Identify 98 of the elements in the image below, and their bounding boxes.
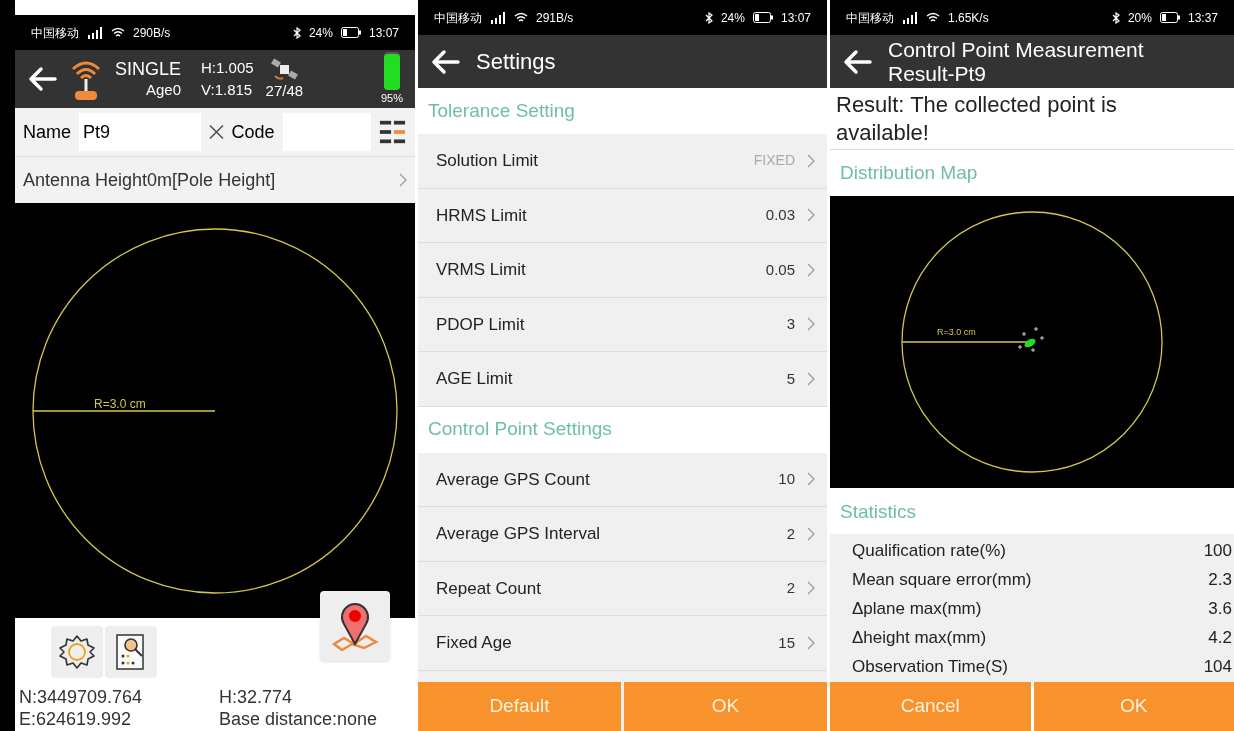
chevron-right-icon — [399, 173, 407, 187]
chevron-right-icon — [807, 153, 815, 168]
speed-text: 291B/s — [536, 9, 574, 27]
back-arrow-icon[interactable] — [430, 48, 460, 75]
hrms-text: H:1.005 — [201, 58, 254, 78]
stat-label: Qualification rate(%) — [852, 539, 1007, 562]
stat-label: Δplane max(mm) — [852, 597, 983, 620]
setting-value: 3 — [786, 314, 795, 334]
code-label: Code — [231, 120, 275, 144]
setting-value: 2 — [786, 523, 795, 544]
easting-text: E:624619.992 — [19, 708, 133, 730]
section-header: Distribution Map — [839, 160, 979, 185]
stat-value: 100 — [1203, 539, 1232, 562]
battery-percent-text: 24% — [720, 9, 745, 27]
carrier-text: 中国移动 — [846, 9, 894, 27]
base-distance-text: Base distance:none — [219, 708, 379, 730]
name-label: Name — [23, 120, 71, 144]
setting-label: Fixed Age — [436, 632, 513, 654]
time-text: 13:07 — [368, 24, 399, 42]
bluetooth-icon — [704, 11, 713, 24]
antenna-height-row[interactable]: Antenna Height0m[Pole Height] — [15, 156, 415, 203]
chevron-right-icon — [807, 262, 815, 277]
battery-icon — [1159, 12, 1180, 23]
section-header: Statistics — [839, 499, 918, 524]
map-pin-icon — [330, 600, 380, 652]
code-list-icon[interactable] — [379, 118, 407, 146]
point-cluster-drawing — [1017, 326, 1045, 353]
stat-value: 2.3 — [1208, 568, 1232, 591]
setting-value: 10 — [778, 469, 795, 489]
setting-value: 5 — [786, 368, 795, 389]
signal-icon — [902, 11, 918, 24]
setting-value: 0.03 — [765, 205, 795, 225]
name-field[interactable]: Pt9 — [79, 113, 201, 151]
settings-button[interactable] — [51, 626, 103, 678]
signal-icon — [490, 11, 506, 24]
section-header: Control Point Settings — [418, 406, 827, 453]
setting-label: Average GPS Count — [436, 468, 591, 491]
bluetooth-icon — [1111, 11, 1120, 24]
section-header: Tolerance Setting — [418, 88, 827, 134]
settings-icon — [58, 633, 96, 671]
chevron-right-icon — [807, 526, 815, 541]
clear-icon[interactable] — [208, 124, 224, 140]
stat-value: 104 — [1203, 655, 1232, 678]
satellite-count-text: 27/48 — [265, 81, 304, 101]
device-battery-text: 95% — [380, 90, 403, 106]
chevron-right-icon — [807, 317, 815, 332]
signal-icon — [87, 26, 103, 39]
stat-label: Mean square error(mm) — [852, 568, 1033, 591]
chevron-right-icon — [807, 635, 815, 650]
vrms-text: V:1.815 — [201, 80, 254, 100]
setting-label: Repeat Count — [436, 577, 542, 600]
setting-label: HRMS Limit — [436, 204, 528, 227]
carrier-text: 中国移动 — [31, 24, 79, 42]
time-text: 13:37 — [1187, 9, 1218, 27]
setting-label: Average GPS Interval — [436, 523, 602, 545]
setting-label: Solution Limit — [436, 150, 540, 172]
setting-value: 15 — [778, 632, 795, 653]
bluetooth-icon — [292, 26, 301, 39]
stat-value: 4.2 — [1208, 626, 1232, 649]
chevron-right-icon — [807, 208, 815, 223]
setting-value: FIXED — [753, 151, 795, 171]
chevron-right-icon — [807, 581, 815, 596]
setting-label: PDOP Limit — [436, 313, 526, 336]
wifi-icon — [514, 12, 528, 23]
battery-percent-text: 20% — [1127, 9, 1152, 27]
back-arrow-icon[interactable] — [842, 48, 872, 75]
speed-text: 1.65K/s — [948, 9, 989, 27]
satellite-icon — [269, 57, 300, 82]
chevron-right-icon — [807, 371, 815, 386]
battery-icon — [752, 12, 773, 23]
speed-text: 290B/s — [133, 24, 171, 42]
radius-label: R=3.0 cm — [937, 326, 976, 339]
setting-value: 0.05 — [765, 259, 795, 280]
age-text: Age0 — [146, 80, 182, 100]
back-arrow-icon[interactable] — [27, 66, 57, 92]
battery-icon — [340, 27, 361, 38]
stake-point-button[interactable] — [320, 591, 390, 661]
carrier-text: 中国移动 — [434, 9, 482, 27]
page-title: Control Point Measurement Result-Pt9 — [888, 37, 1145, 86]
setting-value: 2 — [786, 578, 795, 598]
chevron-right-icon — [807, 472, 815, 487]
point-library-button[interactable] — [105, 626, 157, 678]
radius-label: R=3.0 cm — [94, 395, 146, 413]
stat-label: Observation Time(S) — [852, 655, 1009, 678]
northing-text: N:3449709.764 — [19, 686, 144, 708]
battery-percent-text: 24% — [308, 24, 333, 42]
wifi-icon — [926, 12, 940, 23]
setting-label: VRMS Limit — [436, 259, 527, 281]
result-text: Result: The collected point is available! — [830, 88, 1234, 150]
stat-value: 3.6 — [1208, 597, 1232, 620]
setting-label: AGE Limit — [436, 368, 514, 390]
wifi-icon — [111, 27, 125, 38]
height-text: H:32.774 — [219, 686, 294, 708]
stat-label: Δheight max(mm) — [852, 626, 988, 649]
time-text: 13:07 — [780, 9, 811, 27]
solution-text: SINGLE — [115, 58, 182, 81]
device-battery-gauge — [384, 51, 400, 90]
page-title: Settings — [476, 48, 556, 76]
